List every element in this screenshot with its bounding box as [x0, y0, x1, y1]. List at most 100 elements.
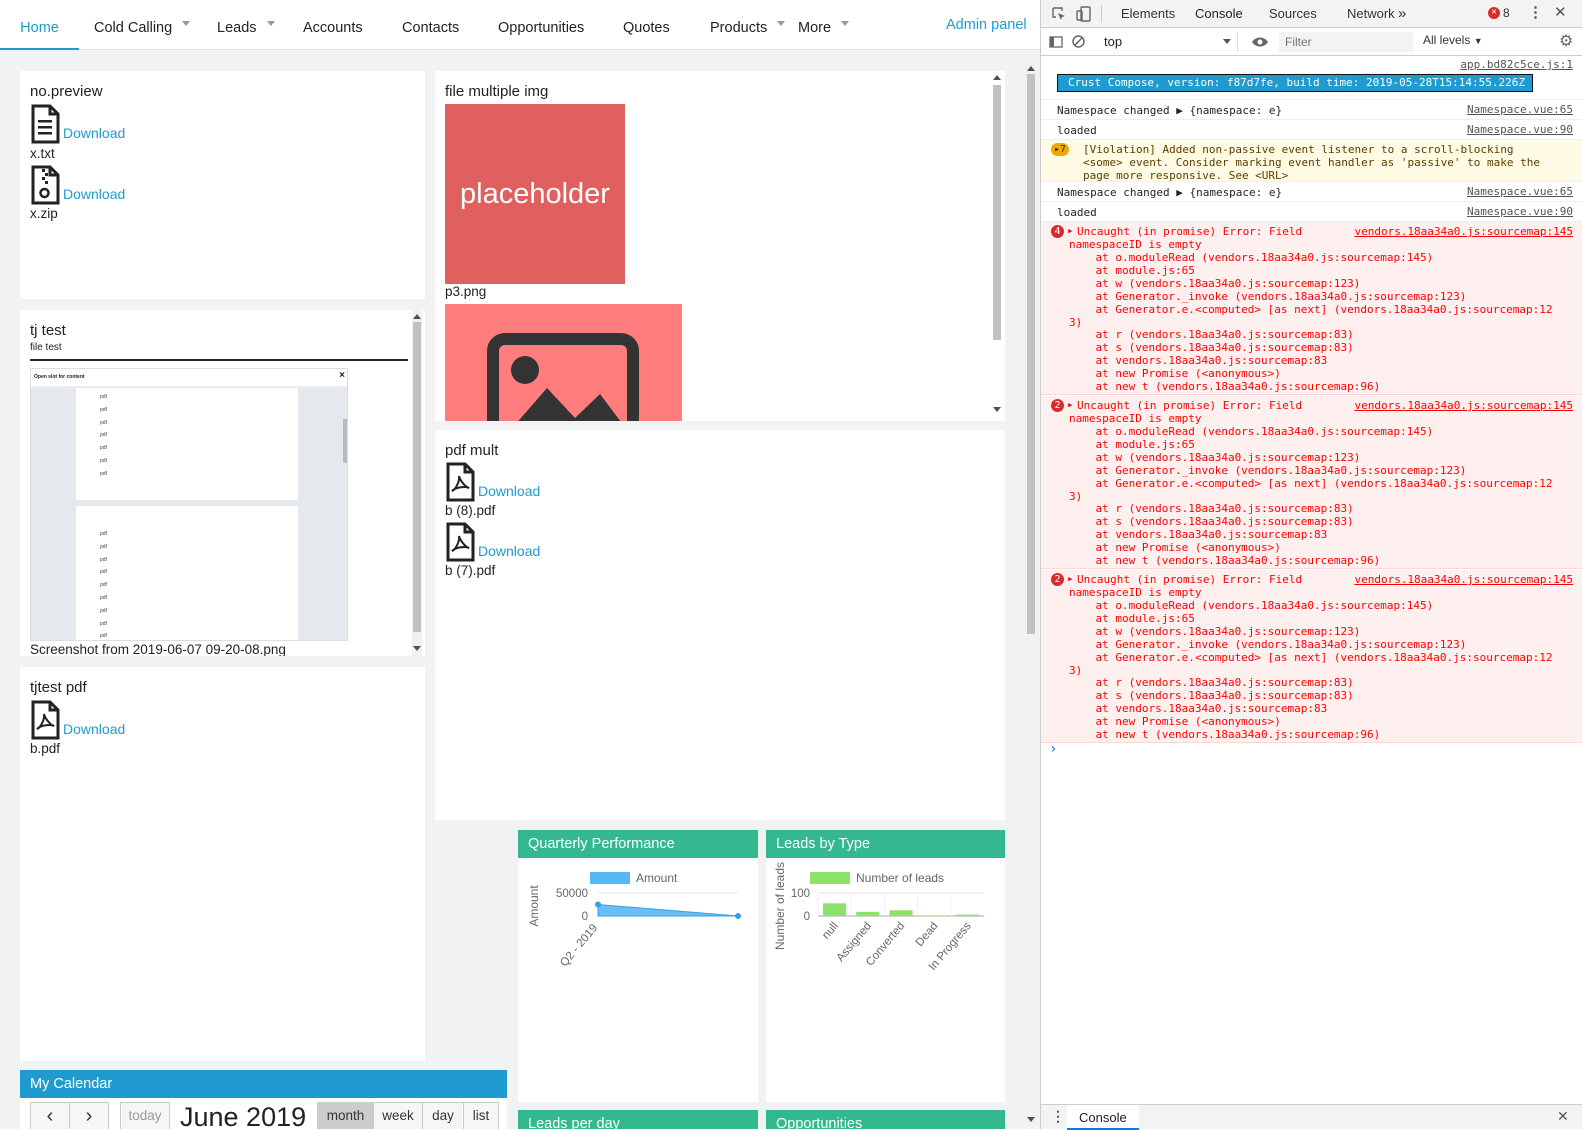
devtools-tab-console[interactable]: Console: [1195, 0, 1243, 30]
stack-trace-line[interactable]: at w (vendors.18aa34a0.js:sourcemap:123): [1069, 625, 1360, 638]
stack-trace-line[interactable]: 3): [1069, 490, 1082, 503]
sidebar-toggle-icon[interactable]: [1049, 35, 1063, 49]
stack-trace-line[interactable]: at r (vendors.18aa34a0.js:sourcemap:83): [1069, 328, 1353, 341]
inspect-element-icon[interactable]: [1052, 7, 1066, 21]
calendar-view-list[interactable]: list: [463, 1102, 499, 1129]
stack-trace-line[interactable]: at vendors.18aa34a0.js:sourcemap:83: [1069, 528, 1327, 541]
panel-scrollbar[interactable]: [412, 310, 422, 656]
scroll-down-arrow-icon[interactable]: [1027, 1117, 1035, 1122]
scroll-up-arrow-icon[interactable]: [1027, 66, 1035, 71]
close-drawer-icon[interactable]: ✕: [1557, 1108, 1569, 1125]
nav-home[interactable]: Home: [0, 0, 79, 50]
devtools-tab-elements[interactable]: Elements: [1121, 0, 1175, 28]
source-link[interactable]: vendors.18aa34a0.js:sourcemap:145: [1354, 573, 1573, 586]
download-link[interactable]: Download: [63, 125, 125, 141]
stack-trace-line[interactable]: at o.moduleRead (vendors.18aa34a0.js:sou…: [1069, 425, 1433, 438]
panel-scrollbar-thumb[interactable]: [993, 85, 1001, 340]
eye-icon[interactable]: [1251, 36, 1269, 48]
source-link[interactable]: vendors.18aa34a0.js:sourcemap:145: [1354, 225, 1573, 238]
stack-trace-line[interactable]: at r (vendors.18aa34a0.js:sourcemap:83): [1069, 502, 1353, 515]
stack-trace-line[interactable]: at w (vendors.18aa34a0.js:sourcemap:123): [1069, 451, 1360, 464]
download-link[interactable]: Download: [478, 483, 540, 499]
panel-scrollbar-thumb[interactable]: [413, 322, 421, 632]
expand-triangle-icon[interactable]: ▸: [1067, 398, 1074, 411]
nav-cold-calling[interactable]: Cold Calling: [94, 0, 191, 50]
stack-trace-line[interactable]: at Generator.e.<computed> [as next] (ven…: [1069, 303, 1552, 316]
page-scrollbar[interactable]: [1026, 62, 1036, 1129]
calendar-view-week[interactable]: week: [373, 1102, 423, 1129]
stack-trace-line[interactable]: 3): [1069, 316, 1082, 329]
panel-scrollbar[interactable]: [992, 71, 1002, 421]
console-filter-input[interactable]: [1279, 32, 1413, 52]
context-select[interactable]: top: [1096, 32, 1238, 52]
stack-trace-line[interactable]: at Generator.e.<computed> [as next] (ven…: [1069, 477, 1552, 490]
source-link[interactable]: Namespace.vue:90: [1467, 205, 1573, 218]
download-link[interactable]: Download: [63, 186, 125, 202]
stack-trace-line[interactable]: at new Promise (<anonymous>): [1069, 541, 1280, 554]
drawer-menu-icon[interactable]: ⋮: [1051, 1108, 1065, 1125]
source-link[interactable]: app.bd82c5ce.js:1: [1460, 58, 1573, 71]
stack-trace-line[interactable]: at o.moduleRead (vendors.18aa34a0.js:sou…: [1069, 251, 1433, 264]
stack-trace-line[interactable]: at r (vendors.18aa34a0.js:sourcemap:83): [1069, 676, 1353, 689]
admin-panel-link[interactable]: Admin panel: [946, 0, 1027, 50]
source-link[interactable]: Namespace.vue:90: [1467, 123, 1573, 136]
kebab-menu-icon[interactable]: ⋮: [1528, 3, 1543, 21]
download-link[interactable]: Download: [478, 543, 540, 559]
calendar-view-month[interactable]: month: [317, 1102, 374, 1129]
stack-trace-line[interactable]: at Generator._invoke (vendors.18aa34a0.j…: [1069, 464, 1466, 477]
calendar-today-button[interactable]: today: [120, 1102, 170, 1129]
calendar-prev-button[interactable]: ‹: [30, 1102, 70, 1129]
nav-accounts[interactable]: Accounts: [303, 0, 363, 50]
stack-trace-line[interactable]: at Generator._invoke (vendors.18aa34a0.j…: [1069, 638, 1466, 651]
stack-trace-line[interactable]: at s (vendors.18aa34a0.js:sourcemap:83): [1069, 515, 1353, 528]
stack-trace-line[interactable]: at module.js:65: [1069, 264, 1194, 277]
stack-trace-line[interactable]: at vendors.18aa34a0.js:sourcemap:83: [1069, 354, 1327, 367]
stack-trace-line[interactable]: at new t (vendors.18aa34a0.js:sourcemap:…: [1069, 380, 1380, 393]
stack-trace-line[interactable]: at s (vendors.18aa34a0.js:sourcemap:83): [1069, 689, 1353, 702]
device-toolbar-icon[interactable]: [1076, 6, 1092, 22]
nav-leads[interactable]: Leads: [217, 0, 275, 50]
settings-gear-icon[interactable]: ⚙: [1559, 31, 1573, 51]
stack-trace-line[interactable]: at module.js:65: [1069, 612, 1194, 625]
expand-triangle-icon[interactable]: ▸: [1067, 224, 1074, 237]
log-levels-select[interactable]: All levels ▼: [1423, 33, 1483, 47]
placeholder-image[interactable]: placeholder: [445, 104, 625, 284]
stack-trace-line[interactable]: 3): [1069, 664, 1082, 677]
drawer-tab-console[interactable]: Console: [1067, 1105, 1139, 1130]
stack-trace-line[interactable]: at Generator._invoke (vendors.18aa34a0.j…: [1069, 290, 1466, 303]
page-scrollbar-thumb[interactable]: [1027, 74, 1035, 634]
image-thumbnail[interactable]: [445, 304, 682, 421]
scroll-up-arrow-icon[interactable]: [413, 314, 421, 319]
source-link[interactable]: vendors.18aa34a0.js:sourcemap:145: [1354, 399, 1573, 412]
clear-console-icon[interactable]: [1071, 34, 1086, 49]
stack-trace-line[interactable]: at Generator.e.<computed> [as next] (ven…: [1069, 651, 1552, 664]
stack-trace-line[interactable]: at module.js:65: [1069, 438, 1194, 451]
close-devtools-icon[interactable]: ✕: [1554, 3, 1567, 21]
nav-opportunities[interactable]: Opportunities: [498, 0, 584, 50]
calendar-next-button[interactable]: ›: [69, 1102, 109, 1129]
calendar-view-day[interactable]: day: [422, 1102, 464, 1129]
devtools-tab-sources[interactable]: Sources: [1269, 0, 1317, 28]
stack-trace-line[interactable]: at w (vendors.18aa34a0.js:sourcemap:123): [1069, 277, 1360, 290]
devtools-tab-network[interactable]: Network: [1347, 0, 1395, 28]
nav-contacts[interactable]: Contacts: [402, 0, 459, 50]
error-count[interactable]: 8: [1503, 6, 1510, 20]
scroll-up-arrow-icon[interactable]: [993, 75, 1001, 80]
stack-trace-line[interactable]: at new Promise (<anonymous>): [1069, 715, 1280, 728]
console-prompt[interactable]: ›: [1049, 741, 1057, 757]
nav-more[interactable]: More: [798, 0, 850, 50]
nav-products[interactable]: Products: [710, 0, 786, 50]
source-link[interactable]: Namespace.vue:65: [1467, 103, 1573, 116]
scroll-down-arrow-icon[interactable]: [413, 646, 421, 651]
stack-trace-line[interactable]: at s (vendors.18aa34a0.js:sourcemap:83): [1069, 341, 1353, 354]
stack-trace-line[interactable]: at new t (vendors.18aa34a0.js:sourcemap:…: [1069, 728, 1380, 741]
scroll-down-arrow-icon[interactable]: [993, 407, 1001, 412]
stack-trace-line[interactable]: at vendors.18aa34a0.js:sourcemap:83: [1069, 702, 1327, 715]
download-link[interactable]: Download: [63, 721, 125, 737]
stack-trace-line[interactable]: at new Promise (<anonymous>): [1069, 367, 1280, 380]
nav-quotes[interactable]: Quotes: [623, 0, 670, 50]
expand-triangle-icon[interactable]: ▸: [1067, 572, 1074, 585]
more-tabs-icon[interactable]: »: [1398, 0, 1406, 28]
stack-trace-line[interactable]: at new t (vendors.18aa34a0.js:sourcemap:…: [1069, 554, 1380, 567]
stack-trace-line[interactable]: at o.moduleRead (vendors.18aa34a0.js:sou…: [1069, 599, 1433, 612]
